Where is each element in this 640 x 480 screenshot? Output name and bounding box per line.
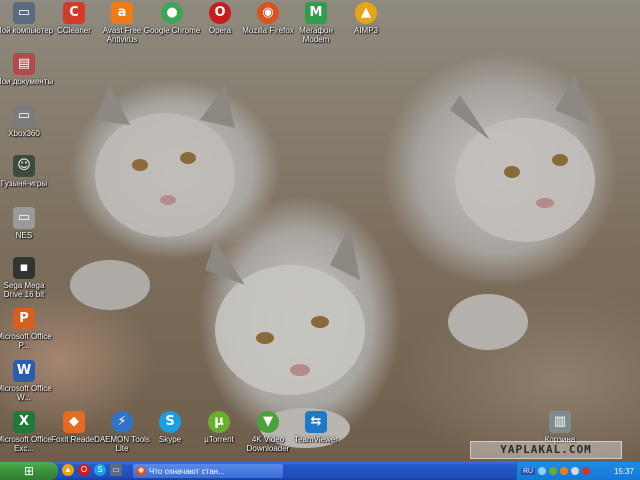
tray-utorrent-icon[interactable] xyxy=(549,467,558,475)
nes-icon: ▭ xyxy=(13,207,35,229)
games-icon: ☺ xyxy=(13,155,35,177)
tray-avast-icon[interactable] xyxy=(560,467,569,475)
taskbar-button-firefox[interactable]: ◉ Что означают стан... xyxy=(133,464,283,478)
desktop-icon-label: Microsoft Office W... xyxy=(0,384,52,402)
desktop-icon-games[interactable]: ☺ Гузыня-игры xyxy=(0,155,54,188)
teamviewer-icon: ⇆ xyxy=(305,411,327,433)
desktop-icon-aimp[interactable]: ▲ AIMP3 xyxy=(336,2,396,35)
windows-logo-icon: ⊞ xyxy=(23,464,35,478)
computer-icon: ▭ xyxy=(13,2,35,24)
skype-icon: S xyxy=(159,411,181,433)
desktop-icon-label: Xbox360 xyxy=(8,129,40,138)
firefox-icon: ◉ xyxy=(136,466,146,476)
taskbar-button-label: Что означают стан... xyxy=(149,466,225,476)
video-downloader-icon: ▼ xyxy=(257,411,279,433)
tray-volume-icon[interactable] xyxy=(571,467,580,475)
ccleaner-icon: C xyxy=(63,2,85,24)
recycle-bin-icon: ▥ xyxy=(549,411,571,433)
tray-security-icon[interactable] xyxy=(582,467,591,475)
tray-network-icon[interactable] xyxy=(538,467,547,475)
excel-icon: X xyxy=(13,411,35,433)
xbox-icon: ▭ xyxy=(13,105,35,127)
quick-launch-desktop-icon[interactable]: ▭ xyxy=(110,464,122,476)
desktop-icon-teamviewer[interactable]: ⇆ TeamViewer xyxy=(286,411,346,444)
avast-icon: a xyxy=(111,2,133,24)
quick-launch: ▲ O S ▭ xyxy=(62,464,122,476)
desktop-icon-label: NES xyxy=(15,231,33,240)
watermark: YAPLAKAL.COM xyxy=(470,441,622,459)
desktop-icon-sega[interactable]: ▪ Sega Mega Drive 16 bit xyxy=(0,257,54,299)
desktop-icon-xbox360[interactable]: ▭ Xbox360 xyxy=(0,105,54,138)
quick-launch-aimp-icon[interactable]: ▲ xyxy=(62,464,74,476)
desktop-icon-label: AIMP3 xyxy=(353,26,378,35)
desktop-icon-office-p[interactable]: P Microsoft Office P... xyxy=(0,308,54,350)
opera-icon: O xyxy=(209,2,231,24)
foxit-icon: ◆ xyxy=(63,411,85,433)
system-tray: RU 15:37 xyxy=(516,462,640,480)
desktop-icon-word[interactable]: W Microsoft Office W... xyxy=(0,360,54,402)
taskbar: ⊞ ▲ O S ▭ ◉ Что означают стан... RU 15:3… xyxy=(0,462,640,480)
quick-launch-opera-icon[interactable]: O xyxy=(78,464,90,476)
documents-icon: ▤ xyxy=(13,53,35,75)
quick-launch-skype-icon[interactable]: S xyxy=(94,464,106,476)
desktop-icon-label: Sega Mega Drive 16 bit xyxy=(3,281,45,299)
language-indicator[interactable]: RU xyxy=(521,467,536,475)
desktop-icon-label: Microsoft Office P... xyxy=(0,332,52,350)
utorrent-icon: µ xyxy=(208,411,230,433)
chrome-icon: ● xyxy=(161,2,183,24)
desktop-icon-my-documents[interactable]: ▤ Мои документы xyxy=(0,53,54,86)
word-icon: W xyxy=(13,360,35,382)
firefox-icon: ◉ xyxy=(257,2,279,24)
desktop-icon-label: Гузыня-игры xyxy=(0,179,48,188)
desktop-wallpaper xyxy=(0,0,640,462)
lynx-wallpaper-image xyxy=(70,75,595,448)
megafon-icon: M xyxy=(305,2,327,24)
aimp-icon: ▲ xyxy=(355,2,377,24)
desktop-icon-recycle-bin[interactable]: ▥ Корзина xyxy=(530,411,590,444)
clock[interactable]: 15:37 xyxy=(614,467,634,476)
sega-icon: ▪ xyxy=(13,257,35,279)
desktop-icon-nes[interactable]: ▭ NES xyxy=(0,207,54,240)
powerpoint-icon: P xyxy=(13,308,35,330)
daemon-tools-icon: ⚡ xyxy=(111,411,133,433)
start-button[interactable]: ⊞ xyxy=(0,462,58,480)
desktop-icon-label: TeamViewer xyxy=(294,435,338,444)
desktop-icon-label: Мои документы xyxy=(0,77,54,86)
